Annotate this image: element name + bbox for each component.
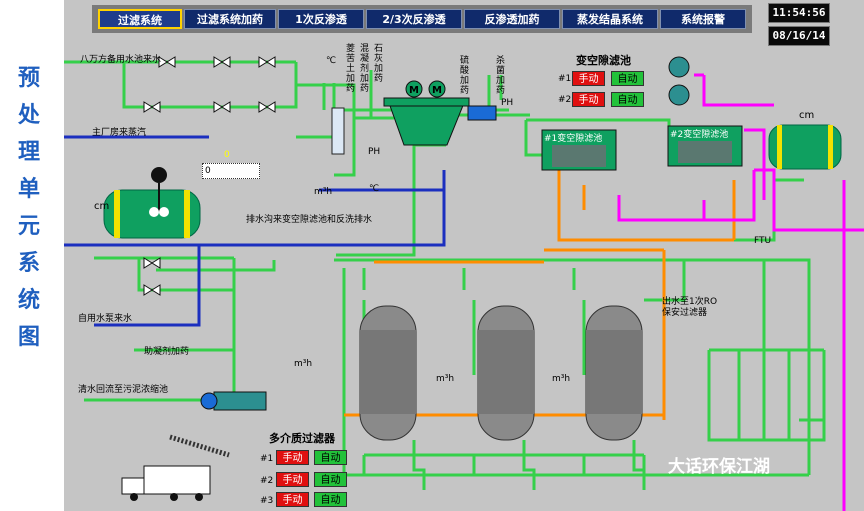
label-dose-4: 硫酸加药 bbox=[460, 56, 470, 96]
sidebar-title-char: 元 bbox=[17, 213, 40, 239]
sidebar: 预 处 理 单 元 系 统 图 bbox=[0, 0, 64, 511]
label-drain-return: 排水沟来变空隙滤池和反洗排水 bbox=[246, 215, 373, 225]
label-flow-1: m³h bbox=[314, 187, 333, 197]
label-water-source: 八万方备用水池来水 bbox=[80, 55, 162, 65]
tab-ro-stage-1[interactable]: 1次反渗透 bbox=[278, 9, 364, 29]
variable-filter-row-id: #2 bbox=[558, 95, 572, 105]
sidebar-title-char: 预 bbox=[17, 65, 40, 91]
clock-date: 08/16/14 bbox=[768, 26, 830, 46]
sidebar-title-char: 统 bbox=[17, 287, 40, 313]
label-flow-4: m³h bbox=[552, 374, 571, 384]
label-dose-3: 石灰加药 bbox=[374, 44, 384, 84]
sludge-pump bbox=[200, 391, 267, 411]
media-filter-3-manual-button[interactable]: 手动 bbox=[276, 492, 309, 507]
sidebar-title-char: 图 bbox=[17, 324, 40, 350]
media-filter-2-manual-button[interactable]: 手动 bbox=[276, 472, 309, 487]
steam-value: 0 bbox=[224, 150, 230, 160]
media-filter-row-id: #1 bbox=[260, 454, 274, 464]
sidebar-title-char: 单 bbox=[17, 176, 40, 202]
svg-text:M: M bbox=[409, 85, 419, 96]
label-filter-1: #1变空隙滤池 bbox=[544, 134, 603, 144]
sidebar-title-char: 理 bbox=[17, 139, 40, 165]
label-coagulant: 助凝剂加药 bbox=[144, 347, 190, 357]
variable-filter-title: 变空隙滤池 bbox=[576, 54, 631, 67]
label-ph-1: PH bbox=[368, 147, 381, 157]
setpoint-input[interactable]: 0 bbox=[202, 163, 260, 179]
label-filter-2: #2变空隙滤池 bbox=[670, 130, 729, 140]
label-flow-3: m³h bbox=[436, 374, 455, 384]
label-cm-left: cm bbox=[94, 201, 110, 212]
media-filter-row-id: #3 bbox=[260, 496, 274, 506]
media-filter-3-auto-button[interactable]: 自动 bbox=[314, 492, 347, 507]
tab-system-alarm[interactable]: 系统报警 bbox=[660, 9, 746, 29]
media-filter-title: 多介质过滤器 bbox=[269, 432, 335, 445]
svg-text:M: M bbox=[432, 85, 442, 96]
media-filter-1-manual-button[interactable]: 手动 bbox=[276, 450, 309, 465]
label-temp-2: ℃ bbox=[369, 184, 380, 194]
tab-evaporation-crystallization[interactable]: 蒸发结晶系统 bbox=[562, 9, 658, 29]
label-flow-2: m³h bbox=[294, 359, 313, 369]
label-cm-right: cm bbox=[799, 110, 815, 121]
label-steam: 主厂房来蒸汽 bbox=[92, 128, 147, 138]
storage-tank-right bbox=[768, 124, 842, 170]
scada-panel: M M 过滤系统 过滤系统加药 1次反渗透 2/3次反渗透 反渗透加药 蒸发结晶… bbox=[64, 0, 864, 511]
reactor-hopper: M M bbox=[383, 80, 470, 146]
label-outlet-to-ro-2: 保安过滤器 bbox=[662, 308, 708, 318]
media-filter-2-auto-button[interactable]: 自动 bbox=[314, 472, 347, 487]
label-ftu: FTU bbox=[754, 236, 772, 246]
media-filter-1-auto-button[interactable]: 自动 bbox=[314, 450, 347, 465]
watermark-text: 大话环保江湖 bbox=[668, 457, 770, 477]
variable-filter-2-manual-button[interactable]: 手动 bbox=[572, 92, 605, 107]
media-filter-row-id: #2 bbox=[260, 476, 274, 486]
heat-exchanger bbox=[331, 107, 345, 155]
multimedia-filter-vessels bbox=[359, 305, 643, 441]
tab-filtration-system[interactable]: 过滤系统 bbox=[98, 9, 182, 29]
tab-filtration-dosing[interactable]: 过滤系统加药 bbox=[184, 9, 276, 29]
label-ph-2: PH bbox=[501, 98, 514, 108]
clock-time: 11:54:56 bbox=[768, 3, 830, 23]
label-service-water: 自用水泵来水 bbox=[78, 314, 133, 324]
variable-filter-1-auto-button[interactable]: 自动 bbox=[611, 71, 644, 86]
variable-filter-row-id: #1 bbox=[558, 74, 572, 84]
label-dose-2: 混凝剂加药 bbox=[360, 44, 370, 94]
label-sludge-return: 清水回流至污泥浓缩池 bbox=[78, 385, 169, 395]
tab-ro-stage-2-3[interactable]: 2/3次反渗透 bbox=[366, 9, 462, 29]
sidebar-title-char: 处 bbox=[17, 102, 40, 128]
variable-filter-2-auto-button[interactable]: 自动 bbox=[611, 92, 644, 107]
pump-group-top bbox=[668, 56, 690, 106]
variable-filter-1-manual-button[interactable]: 手动 bbox=[572, 71, 605, 86]
storage-tank-left bbox=[103, 167, 201, 239]
dosing-mixer bbox=[467, 105, 497, 121]
truck-icon bbox=[121, 465, 211, 501]
sidebar-title-char: 系 bbox=[17, 250, 40, 276]
label-dose-5: 杀菌加药 bbox=[496, 56, 506, 96]
screw-conveyor bbox=[169, 434, 230, 458]
tab-ro-dosing[interactable]: 反渗透加药 bbox=[464, 9, 560, 29]
label-temp-1: ℃ bbox=[326, 56, 337, 66]
label-dose-1: 菱苦土加药 bbox=[346, 44, 356, 94]
